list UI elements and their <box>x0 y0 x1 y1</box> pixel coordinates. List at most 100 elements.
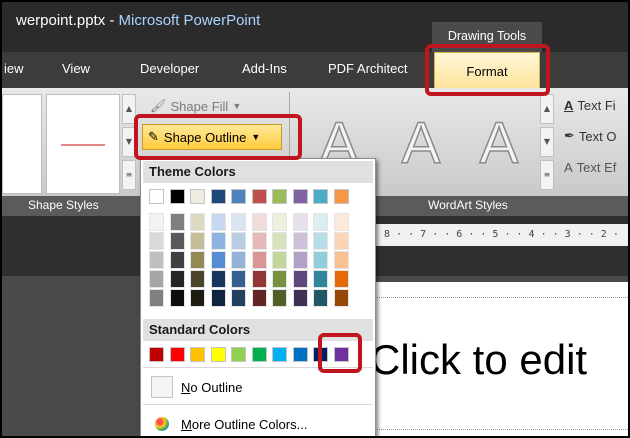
theme-shade-swatch[interactable] <box>169 213 185 231</box>
theme-shade-swatch[interactable] <box>272 270 287 288</box>
tab-format[interactable]: Format <box>434 52 540 90</box>
theme-shade-swatch[interactable] <box>251 251 267 269</box>
theme-shade-swatch[interactable] <box>169 289 185 307</box>
text-effects-button[interactable]: A Text Ef <box>564 160 616 175</box>
theme-shade-swatch[interactable] <box>190 251 205 269</box>
standard-color-swatch[interactable] <box>210 347 226 362</box>
theme-shade-swatch[interactable] <box>313 270 328 288</box>
theme-shade-swatch[interactable] <box>251 289 267 307</box>
theme-shade-swatch[interactable] <box>169 270 185 288</box>
gallery-more-icon[interactable]: ≡ <box>122 160 136 190</box>
theme-shade-swatch[interactable] <box>272 232 287 250</box>
theme-shade-swatch[interactable] <box>333 213 349 231</box>
theme-shade-swatch[interactable] <box>292 213 308 231</box>
theme-shade-swatch[interactable] <box>190 213 205 231</box>
tab-view[interactable]: View <box>62 61 90 76</box>
tab-developer[interactable]: Developer <box>140 61 199 76</box>
theme-shade-swatch[interactable] <box>251 232 267 250</box>
theme-shade-swatch[interactable] <box>251 213 267 231</box>
theme-shade-swatch[interactable] <box>149 251 164 269</box>
theme-color-swatch[interactable] <box>149 189 164 204</box>
paint-bucket-icon: 🖌 <box>150 98 167 113</box>
theme-shade-swatch[interactable] <box>272 289 287 307</box>
chevron-down-icon: ▼ <box>251 132 261 142</box>
theme-color-swatch[interactable] <box>231 189 246 204</box>
theme-shade-swatch[interactable] <box>190 289 205 307</box>
text-outline-button[interactable]: ✒ Text O <box>564 128 616 144</box>
standard-color-swatch[interactable] <box>169 347 185 362</box>
theme-shade-swatch[interactable] <box>231 213 246 231</box>
standard-color-swatch[interactable] <box>149 347 164 362</box>
theme-shade-swatch[interactable] <box>231 232 246 250</box>
theme-shade-swatch[interactable] <box>149 213 164 231</box>
theme-shade-swatch[interactable] <box>210 232 226 250</box>
drawing-tools-context-label: Drawing Tools <box>432 22 542 52</box>
scroll-down-icon[interactable]: ▼ <box>540 127 554 157</box>
shape-style-preview-2[interactable] <box>46 94 120 194</box>
theme-shade-swatch[interactable] <box>292 232 308 250</box>
wordart-style-3[interactable]: A <box>460 100 538 186</box>
theme-shade-swatch[interactable] <box>313 251 328 269</box>
theme-shade-swatch[interactable] <box>149 270 164 288</box>
theme-shade-swatch[interactable] <box>169 232 185 250</box>
theme-color-swatch[interactable] <box>190 189 205 204</box>
theme-shade-swatch[interactable] <box>313 289 328 307</box>
theme-shade-swatch[interactable] <box>333 232 349 250</box>
shape-styles-scroller[interactable]: ▲ ▼ ≡ <box>122 94 136 194</box>
theme-shade-swatch[interactable] <box>292 289 308 307</box>
scroll-up-icon[interactable]: ▲ <box>540 94 554 124</box>
scroll-down-icon[interactable]: ▼ <box>122 127 136 157</box>
theme-shade-swatch[interactable] <box>149 232 164 250</box>
theme-color-swatch[interactable] <box>313 189 328 204</box>
shape-fill-button[interactable]: 🖌 Shape Fill ▼ <box>150 98 241 114</box>
theme-shade-swatch[interactable] <box>333 270 349 288</box>
gallery-more-icon[interactable]: ≡ <box>540 160 554 190</box>
theme-shade-swatch[interactable] <box>231 270 246 288</box>
tab-pdf-architect[interactable]: PDF Architect <box>328 61 407 76</box>
title-placeholder[interactable]: Click to edit <box>370 336 587 384</box>
standard-color-swatch[interactable] <box>231 347 246 362</box>
theme-shade-swatch[interactable] <box>210 270 226 288</box>
standard-color-swatch[interactable] <box>333 347 349 362</box>
theme-shade-swatch[interactable] <box>292 251 308 269</box>
theme-color-swatch[interactable] <box>292 189 308 204</box>
wordart-style-2[interactable]: A <box>382 100 460 186</box>
more-outline-colors-item[interactable]: More Outline Colors... <box>143 409 373 436</box>
theme-shade-swatch[interactable] <box>190 232 205 250</box>
theme-shade-swatch[interactable] <box>210 213 226 231</box>
theme-shade-swatch[interactable] <box>251 270 267 288</box>
theme-shade-swatch[interactable] <box>231 289 246 307</box>
theme-shade-swatch[interactable] <box>313 213 328 231</box>
text-fill-button[interactable]: A Text Fi <box>564 98 616 113</box>
wordart-styles-scroller[interactable]: ▲ ▼ ≡ <box>540 94 554 194</box>
theme-shade-swatch[interactable] <box>231 251 246 269</box>
theme-shade-swatch[interactable] <box>272 213 287 231</box>
theme-shade-swatch[interactable] <box>313 232 328 250</box>
standard-color-swatch[interactable] <box>292 347 308 362</box>
theme-color-swatch[interactable] <box>333 189 349 204</box>
standard-color-swatch[interactable] <box>313 347 328 362</box>
standard-color-swatch[interactable] <box>251 347 267 362</box>
standard-color-swatch[interactable] <box>272 347 287 362</box>
shape-outline-button[interactable]: ✎ Shape Outline ▼ <box>142 124 282 150</box>
standard-color-swatch[interactable] <box>190 347 205 362</box>
theme-shade-swatch[interactable] <box>333 289 349 307</box>
no-outline-item[interactable]: No Outline <box>143 372 373 402</box>
theme-color-swatch[interactable] <box>251 189 267 204</box>
shape-style-preview-1[interactable] <box>2 94 42 194</box>
theme-shade-swatch[interactable] <box>333 251 349 269</box>
theme-color-swatch[interactable] <box>272 189 287 204</box>
theme-shade-swatch[interactable] <box>292 270 308 288</box>
theme-color-swatch[interactable] <box>169 189 185 204</box>
theme-shade-swatch[interactable] <box>210 289 226 307</box>
theme-shade-swatch[interactable] <box>190 270 205 288</box>
tab-add-ins[interactable]: Add-Ins <box>242 61 287 76</box>
scroll-up-icon[interactable]: ▲ <box>122 94 136 124</box>
theme-shade-swatch[interactable] <box>149 289 164 307</box>
tab-review[interactable]: iew <box>4 61 24 76</box>
theme-shade-swatch[interactable] <box>169 251 185 269</box>
theme-shade-swatch[interactable] <box>210 251 226 269</box>
theme-shade-swatch[interactable] <box>272 251 287 269</box>
theme-color-swatch[interactable] <box>210 189 226 204</box>
horizontal-ruler: · 8 · · 7 · · 6 · · 5 · · 4 · · 3 · · 2 … <box>367 224 628 246</box>
